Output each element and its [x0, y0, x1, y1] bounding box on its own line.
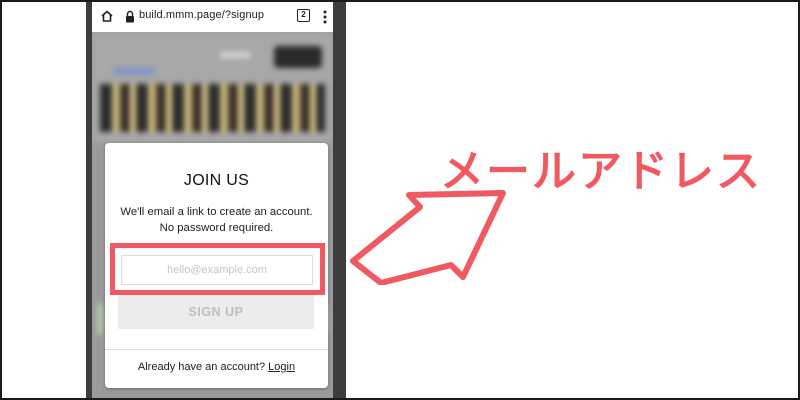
phone-bezel-left: [86, 2, 92, 398]
signup-button[interactable]: SIGN UP: [118, 295, 314, 329]
site-link: [114, 68, 154, 74]
modal-footer: Already have an account? Login: [105, 361, 328, 373]
site-logo-banner: [100, 84, 325, 132]
annotation-label: メールアドレス: [440, 146, 762, 197]
footer-text: Already have an account?: [137, 361, 266, 373]
site-nav-link: [220, 52, 250, 58]
lock-icon: [126, 10, 134, 23]
more-vert-icon[interactable]: [323, 10, 327, 24]
tabs-icon[interactable]: 2: [297, 9, 310, 22]
modal-divider: [105, 349, 328, 350]
site-nav-button: [274, 46, 322, 68]
home-icon[interactable]: [100, 9, 114, 23]
site-accent: [98, 304, 102, 334]
arrow-icon: [350, 190, 506, 285]
modal-title: JOIN US: [183, 172, 250, 189]
browser-address-bar[interactable]: build.mmm.page/?signup 2: [92, 2, 333, 32]
email-highlight-box: [110, 243, 325, 295]
login-link[interactable]: Login: [268, 361, 295, 373]
modal-description: We'll email a link to create an account.…: [120, 206, 313, 234]
url-text[interactable]: build.mmm.page/?signup: [139, 9, 264, 21]
